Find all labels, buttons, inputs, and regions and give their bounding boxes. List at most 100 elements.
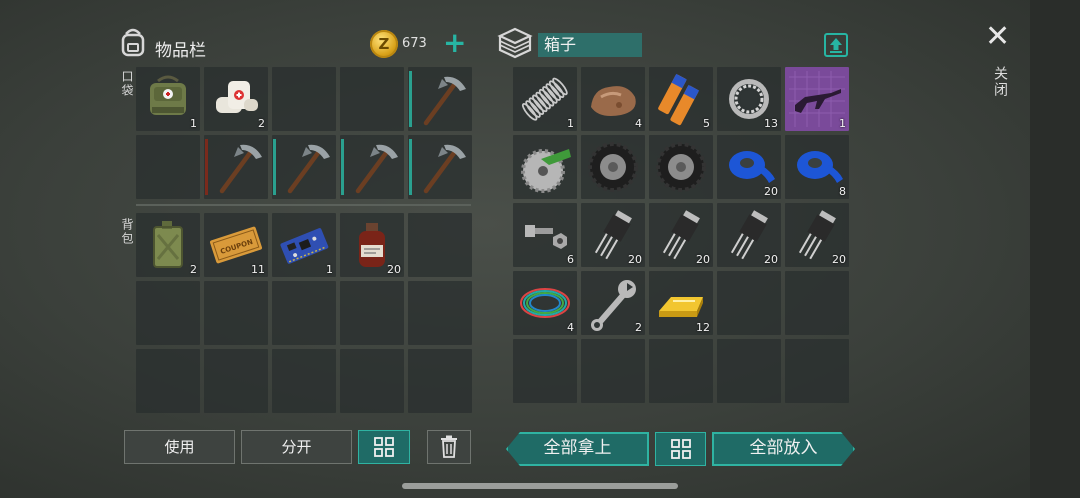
box-slot[interactable]: [513, 339, 577, 403]
box-slot[interactable]: [649, 339, 713, 403]
backpack-slot[interactable]: [408, 213, 472, 277]
item-quantity: 11: [251, 263, 265, 276]
backpack-grid: 2 COUPON 11 1 20: [136, 213, 472, 413]
item-quantity: 5: [703, 117, 710, 130]
box-grid-sort-button[interactable]: [655, 432, 706, 466]
item-quantity: 1: [839, 117, 846, 130]
box-slot[interactable]: 20: [717, 203, 781, 267]
pocket-slot[interactable]: [272, 67, 336, 131]
backpack-slot[interactable]: [340, 281, 404, 345]
divider: [136, 204, 471, 206]
box-slot[interactable]: 4: [581, 67, 645, 131]
home-indicator[interactable]: [402, 483, 678, 489]
item-quantity: 20: [832, 253, 846, 266]
backpack-slot[interactable]: [408, 281, 472, 345]
trash-icon: [441, 435, 457, 458]
grid-sort-button[interactable]: [358, 430, 410, 464]
box-slot[interactable]: 1: [513, 67, 577, 131]
backpack-slot[interactable]: [272, 281, 336, 345]
box-slot[interactable]: [717, 271, 781, 335]
box-slot[interactable]: [513, 135, 577, 199]
coin-count: 673: [402, 36, 427, 51]
pocket-slot[interactable]: 1: [136, 67, 200, 131]
backpack-slot[interactable]: [204, 281, 268, 345]
box-slot[interactable]: 2: [581, 271, 645, 335]
split-button[interactable]: 分开: [241, 430, 352, 464]
item-quantity: 20: [628, 253, 642, 266]
item-quantity: 2: [190, 263, 197, 276]
backpack-slot[interactable]: [136, 349, 200, 413]
box-slot[interactable]: 4: [513, 271, 577, 335]
box-slot[interactable]: 20: [581, 203, 645, 267]
backpack-slot[interactable]: [272, 349, 336, 413]
box-slot[interactable]: 20: [649, 203, 713, 267]
pocket-slot[interactable]: 2: [204, 67, 268, 131]
box-slot[interactable]: [785, 339, 849, 403]
backpack-slot[interactable]: [136, 281, 200, 345]
close-label: 关闭: [992, 66, 1008, 98]
box-slot[interactable]: 13: [717, 67, 781, 131]
item-quantity: 4: [635, 117, 642, 130]
pocket-label: 口袋: [120, 70, 134, 98]
grid-icon: [671, 439, 691, 459]
close-button[interactable]: ✕: [985, 22, 1010, 52]
backpack-slot[interactable]: 2: [136, 213, 200, 277]
item-quantity: 8: [839, 185, 846, 198]
pocket-slot[interactable]: [340, 135, 404, 199]
box-slot[interactable]: 5: [649, 67, 713, 131]
take-all-label: 全部拿上: [543, 438, 612, 458]
item-quantity: 1: [567, 117, 574, 130]
item-quantity: 4: [567, 321, 574, 334]
backpack-slot[interactable]: 1: [272, 213, 336, 277]
trash-button[interactable]: [427, 430, 471, 464]
box-slot[interactable]: [649, 135, 713, 199]
backpack-label: 背包: [120, 218, 134, 246]
box-slot[interactable]: [581, 135, 645, 199]
upload-icon[interactable]: [824, 33, 848, 57]
box-slot[interactable]: 6: [513, 203, 577, 267]
take-all-button[interactable]: 全部拿上: [506, 432, 649, 466]
backpack-slot[interactable]: 20: [340, 213, 404, 277]
box-slot[interactable]: 20: [717, 135, 781, 199]
box-slot[interactable]: 1: [785, 67, 849, 131]
grid-icon: [374, 437, 394, 457]
item-quantity: 20: [387, 263, 401, 276]
box-slot[interactable]: 20: [785, 203, 849, 267]
pocket-slot[interactable]: [204, 135, 268, 199]
pocket-slot[interactable]: [136, 135, 200, 199]
put-all-button[interactable]: 全部放入: [712, 432, 855, 466]
box-grid: 1 4 5 13 1 20 8 6 20 20 20 20 4 2 12: [513, 67, 849, 403]
put-all-label: 全部放入: [749, 438, 818, 458]
item-quantity: 13: [764, 117, 778, 130]
box-slot[interactable]: 12: [649, 271, 713, 335]
item-quantity: 20: [696, 253, 710, 266]
pocket-grid: 12: [136, 67, 472, 199]
box-slot[interactable]: [785, 271, 849, 335]
coin-icon: Z: [370, 30, 398, 58]
item-quantity: 20: [764, 253, 778, 266]
pocket-slot[interactable]: [272, 135, 336, 199]
box-slot[interactable]: [717, 339, 781, 403]
item-quantity: 20: [764, 185, 778, 198]
box-slot[interactable]: 8: [785, 135, 849, 199]
use-button[interactable]: 使用: [124, 430, 235, 464]
pocket-slot[interactable]: [408, 135, 472, 199]
item-quantity: 2: [258, 117, 265, 130]
item-quantity: 2: [635, 321, 642, 334]
item-quantity: 1: [326, 263, 333, 276]
backpack-icon: [117, 26, 149, 62]
add-coins-button[interactable]: +: [443, 28, 466, 58]
item-quantity: 6: [567, 253, 574, 266]
item-quantity: 12: [696, 321, 710, 334]
pocket-slot[interactable]: [340, 67, 404, 131]
backpack-slot[interactable]: [408, 349, 472, 413]
box-icon: [497, 26, 533, 64]
box-slot[interactable]: [581, 339, 645, 403]
box-grid-viewport[interactable]: 1 4 5 13 1 20 8 6 20 20 20 20 4 2 12: [513, 67, 849, 412]
backpack-slot[interactable]: [204, 349, 268, 413]
item-quantity: 1: [190, 117, 197, 130]
backpack-slot[interactable]: COUPON 11: [204, 213, 268, 277]
pocket-slot[interactable]: [408, 67, 472, 131]
box-name-field[interactable]: 箱子: [538, 33, 642, 57]
backpack-slot[interactable]: [340, 349, 404, 413]
